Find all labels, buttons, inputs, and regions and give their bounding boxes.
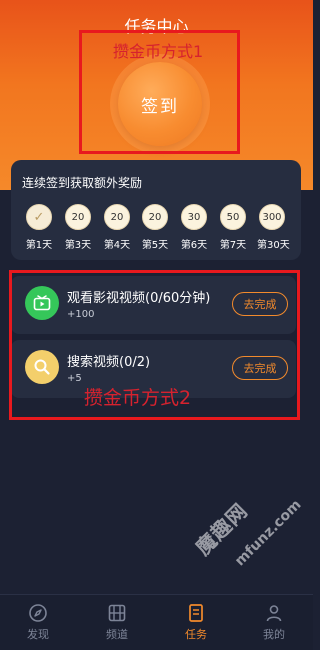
film-icon (97, 603, 137, 623)
tab-discover[interactable]: 发现 (18, 603, 58, 642)
streak-day-label: 第1天 (25, 240, 53, 251)
coin-badge: 20 (65, 204, 91, 230)
streak-day: 20 第3天 (63, 204, 93, 251)
coin-badge: 30 (181, 204, 207, 230)
complete-task-button[interactable]: 去完成 (232, 292, 288, 316)
task-watch-video[interactable]: 观看影视视频(0/60分钟) +100 去完成 (11, 276, 296, 334)
streak-day-label: 第30天 (257, 240, 290, 251)
tab-tasks[interactable]: 任务 (176, 603, 216, 642)
annotation-label-2: 攒金币方式2 (84, 387, 192, 409)
streak-day: 300 第30天 (257, 204, 290, 251)
streak-day-label: 第7天 (219, 240, 247, 251)
streak-day-label: 第4天 (103, 240, 131, 251)
streak-reward-card: 连续签到获取额外奖励 ✓ 第1天 20 第3天 20 第4天 20 第5天 30… (11, 160, 301, 260)
task-title: 观看影视视频(0/60分钟) (67, 291, 211, 306)
coin-badge: 300 (259, 204, 285, 230)
tab-mine[interactable]: 我的 (254, 603, 294, 642)
tab-label: 频道 (106, 628, 128, 641)
coin-badge: 20 (104, 204, 130, 230)
streak-day: 20 第4天 (102, 204, 132, 251)
streak-reward-title: 连续签到获取额外奖励 (22, 176, 143, 190)
complete-task-button[interactable]: 去完成 (232, 356, 288, 380)
tab-label: 我的 (263, 628, 285, 641)
task-title: 搜索视频(0/2) (67, 355, 151, 370)
tv-icon (25, 286, 59, 320)
streak-day: 20 第5天 (140, 204, 170, 251)
user-icon (254, 603, 294, 623)
task-reward: +100 (67, 309, 95, 320)
streak-day: 50 第7天 (218, 204, 248, 251)
task-list-icon (176, 603, 216, 623)
tab-label: 发现 (27, 628, 49, 641)
page-title: 任务中心 (124, 17, 189, 36)
streak-day-label: 第6天 (180, 240, 208, 251)
tab-channel[interactable]: 频道 (97, 603, 137, 642)
bottom-tab-bar: 发现 频道 任务 我的 (0, 594, 313, 650)
checkin-button[interactable]: 签到 (118, 62, 202, 146)
coin-badge: 20 (142, 204, 168, 230)
task-reward: +5 (67, 373, 82, 384)
tab-label: 任务 (185, 628, 207, 641)
coin-badge: 50 (220, 204, 246, 230)
streak-day-label: 第3天 (64, 240, 92, 251)
compass-icon (18, 603, 58, 623)
streak-day: 30 第6天 (179, 204, 209, 251)
check-icon: ✓ (26, 204, 52, 230)
annotation-label-1: 攒金币方式1 (113, 42, 204, 61)
search-icon (25, 350, 59, 384)
streak-day-label: 第5天 (141, 240, 169, 251)
streak-day: ✓ 第1天 (24, 204, 54, 251)
